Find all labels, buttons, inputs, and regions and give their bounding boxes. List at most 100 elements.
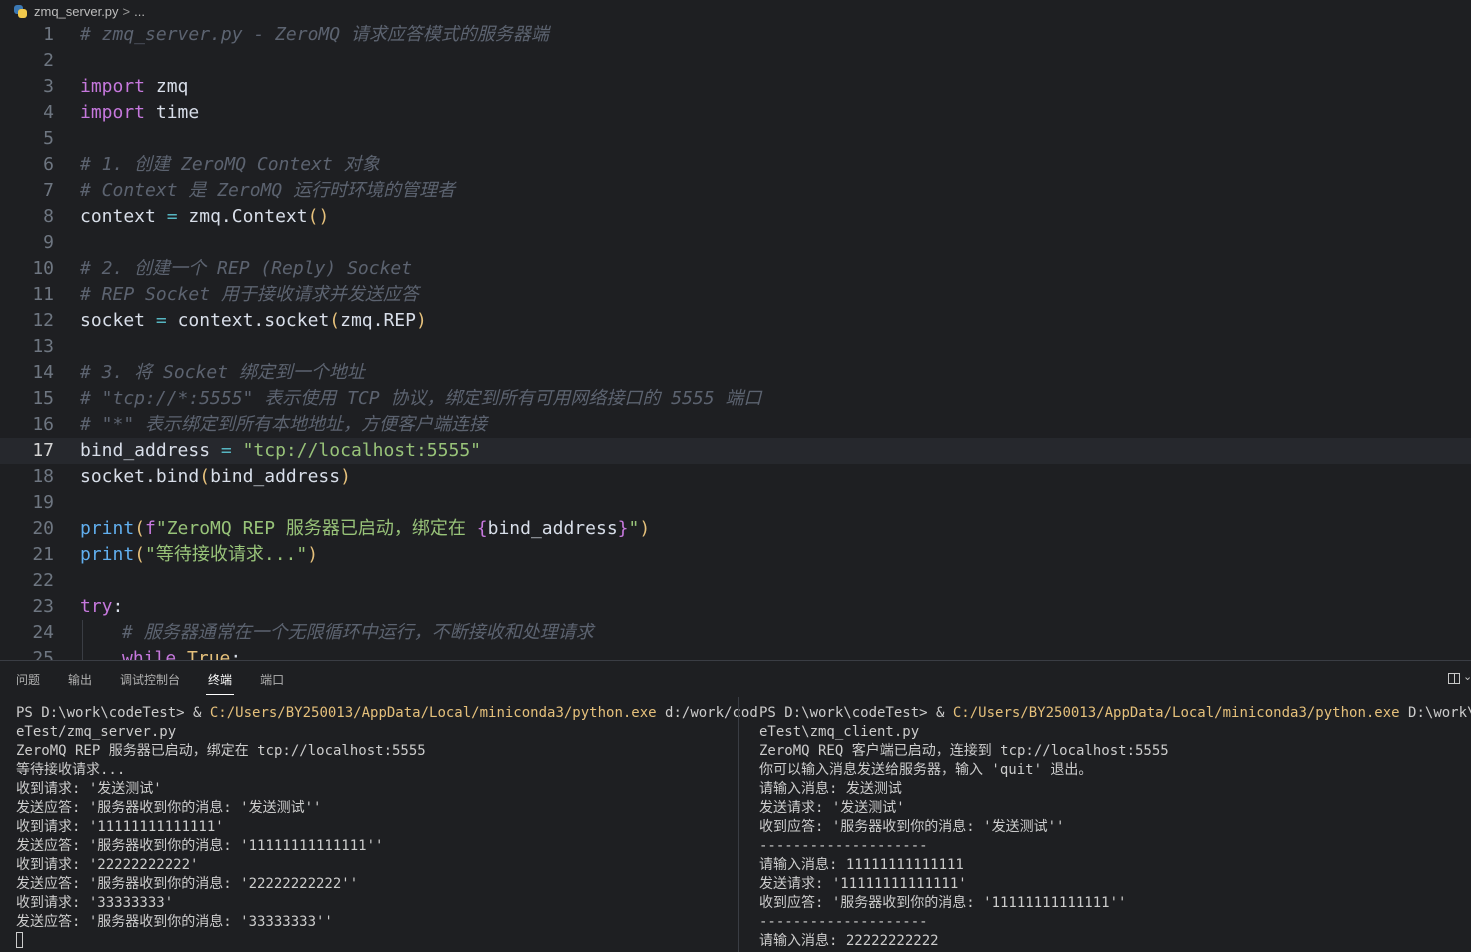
- breadcrumb-file[interactable]: zmq_server.py: [34, 4, 119, 19]
- code-line[interactable]: 13: [0, 334, 1471, 360]
- code-line[interactable]: 24 # 服务器通常在一个无限循环中运行，不断接收和处理请求: [0, 620, 1471, 646]
- split-terminal-icon[interactable]: [1448, 673, 1460, 684]
- line-number: 4: [43, 102, 54, 123]
- code-line-active[interactable]: 17 bind_address = "tcp://localhost:5555": [0, 438, 1471, 464]
- comment: # 2. 创建一个 REP (Reply) Socket: [80, 258, 413, 279]
- tab-output[interactable]: 输出: [68, 671, 92, 688]
- line-number: 15: [32, 388, 54, 409]
- code-line[interactable]: 7 # Context 是 ZeroMQ 运行时环境的管理者: [0, 178, 1471, 204]
- code-line[interactable]: 22: [0, 568, 1471, 594]
- code-line[interactable]: 18 socket.bind(bind_address): [0, 464, 1471, 490]
- comment: # zmq_server.py - ZeroMQ 请求应答模式的服务器端: [80, 24, 549, 45]
- bottom-panel: 问题 输出 调试控制台 终端 端口 ⌄ PS D:\work\codeTest>…: [0, 660, 1471, 952]
- comment: # Context 是 ZeroMQ 运行时环境的管理者: [80, 180, 456, 201]
- bracket: ): [415, 310, 427, 331]
- code-editor[interactable]: 1 # zmq_server.py - ZeroMQ 请求应答模式的服务器端 2 …: [0, 22, 1471, 660]
- terminal-line: 发送应答: '服务器收到你的消息: '发送测试'': [16, 800, 322, 816]
- comment: # 3. 将 Socket 绑定到一个地址: [80, 362, 365, 383]
- terminal-line: 请输入消息: 11111111111111: [759, 857, 964, 873]
- comment: # "*" 表示绑定到所有本地地址，方便客户端连接: [80, 414, 488, 435]
- identifier: context.socket: [177, 310, 330, 331]
- terminal-line: --------------------: [759, 838, 928, 854]
- identifier: zmq.Context: [188, 206, 308, 227]
- terminal-line: 你可以输入消息发送给服务器，输入 'quit' 退出。: [759, 762, 1093, 778]
- colon: :: [112, 596, 124, 617]
- code-line[interactable]: 16 # "*" 表示绑定到所有本地地址，方便客户端连接: [0, 412, 1471, 438]
- code-line[interactable]: 12 socket = context.socket(zmq.REP): [0, 308, 1471, 334]
- terminal-right[interactable]: PS D:\work\codeTest> & C:/Users/BY250013…: [759, 704, 1471, 951]
- identifier: zmq.REP: [340, 310, 416, 331]
- terminal-prompt: PS D:\work\codeTest> &: [759, 705, 953, 721]
- breadcrumb-symbols[interactable]: ...: [134, 4, 145, 19]
- line-number: 1: [43, 24, 54, 45]
- panel-tabs: 问题 输出 调试控制台 终端 端口: [0, 661, 296, 697]
- function-name: print: [80, 544, 135, 565]
- bracket: (: [199, 466, 211, 487]
- terminal-line: 请输入消息: 22222222222: [759, 933, 939, 949]
- code-line[interactable]: 14 # 3. 将 Socket 绑定到一个地址: [0, 360, 1471, 386]
- terminal-line: ZeroMQ REQ 客户端已启动，连接到 tcp://localhost:55…: [759, 743, 1169, 759]
- terminal-arg: eTest/zmq_server.py: [16, 724, 177, 740]
- terminal-arg: D:\work\cod: [1408, 705, 1471, 721]
- bracket: (): [307, 206, 330, 227]
- bracket: (: [134, 518, 146, 539]
- code-line[interactable]: 25 while True:: [0, 646, 1471, 660]
- keyword: import: [80, 102, 146, 123]
- code-line[interactable]: 11 # REP Socket 用于接收请求并发送应答: [0, 282, 1471, 308]
- bracket: ): [307, 544, 319, 565]
- chevron-right-icon: >: [122, 3, 131, 19]
- code-line[interactable]: 10 # 2. 创建一个 REP (Reply) Socket: [0, 256, 1471, 282]
- identifier: bind_address: [80, 440, 211, 461]
- tab-problems[interactable]: 问题: [16, 671, 40, 688]
- bracket: ): [639, 518, 651, 539]
- operator: =: [220, 440, 232, 461]
- line-number: 18: [32, 466, 54, 487]
- line-number: 11: [32, 284, 54, 305]
- terminal-arg: d:/work/cod: [656, 705, 758, 721]
- terminal-split-divider[interactable]: [738, 697, 739, 952]
- function-name: print: [80, 518, 135, 539]
- code-line[interactable]: 23 try:: [0, 594, 1471, 620]
- chevron-down-icon[interactable]: ⌄: [1463, 670, 1471, 683]
- code-line[interactable]: 6 # 1. 创建 ZeroMQ Context 对象: [0, 152, 1471, 178]
- line-number: 7: [43, 180, 54, 201]
- string: "tcp://localhost:5555": [242, 440, 481, 461]
- code-line[interactable]: 3 import zmq: [0, 74, 1471, 100]
- line-number: 16: [32, 414, 54, 435]
- identifier: bind_address: [487, 518, 618, 539]
- code-line[interactable]: 15 # "tcp://*:5555" 表示使用 TCP 协议，绑定到所有可用网络…: [0, 386, 1471, 412]
- terminal-line: 收到请求: '11111111111111': [16, 819, 224, 835]
- code-line[interactable]: 1 # zmq_server.py - ZeroMQ 请求应答模式的服务器端: [0, 22, 1471, 48]
- identifier: socket.bind: [80, 466, 200, 487]
- code-line[interactable]: 9: [0, 230, 1471, 256]
- brace: {: [476, 518, 488, 539]
- line-number: 8: [43, 206, 54, 227]
- terminal-line: 收到请求: '33333333': [16, 895, 174, 911]
- tab-ports[interactable]: 端口: [260, 671, 284, 688]
- colon: :: [230, 648, 242, 660]
- line-number: 23: [32, 596, 54, 617]
- code-line[interactable]: 8 context = zmq.Context(): [0, 204, 1471, 230]
- terminal-line: 收到请求: '22222222222': [16, 857, 199, 873]
- identifier: zmq: [155, 76, 189, 97]
- tab-debug-console[interactable]: 调试控制台: [120, 671, 180, 688]
- line-number: 22: [32, 570, 54, 591]
- line-number: 19: [32, 492, 54, 513]
- code-line[interactable]: 4 import time: [0, 100, 1471, 126]
- terminal-line: 发送请求: '发送测试': [759, 800, 905, 816]
- comment: # REP Socket 用于接收请求并发送应答: [80, 284, 419, 305]
- code-line[interactable]: 2: [0, 48, 1471, 74]
- line-number: 2: [43, 50, 54, 71]
- line-number: 14: [32, 362, 54, 383]
- terminal-left[interactable]: PS D:\work\codeTest> & C:/Users/BY250013…: [16, 704, 758, 951]
- terminal-line: 收到请求: '发送测试': [16, 781, 162, 797]
- line-number: 12: [32, 310, 54, 331]
- code-line[interactable]: 21 print("等待接收请求..."): [0, 542, 1471, 568]
- terminal-prompt: PS D:\work\codeTest> &: [16, 705, 210, 721]
- code-line[interactable]: 5: [0, 126, 1471, 152]
- terminal-line: 发送应答: '服务器收到你的消息: '11111111111111'': [16, 838, 384, 854]
- code-line[interactable]: 20 print(f"ZeroMQ REP 服务器已启动，绑定在 {bind_ad…: [0, 516, 1471, 542]
- tab-terminal[interactable]: 终端: [206, 671, 235, 695]
- line-number: 13: [32, 336, 54, 357]
- code-line[interactable]: 19: [0, 490, 1471, 516]
